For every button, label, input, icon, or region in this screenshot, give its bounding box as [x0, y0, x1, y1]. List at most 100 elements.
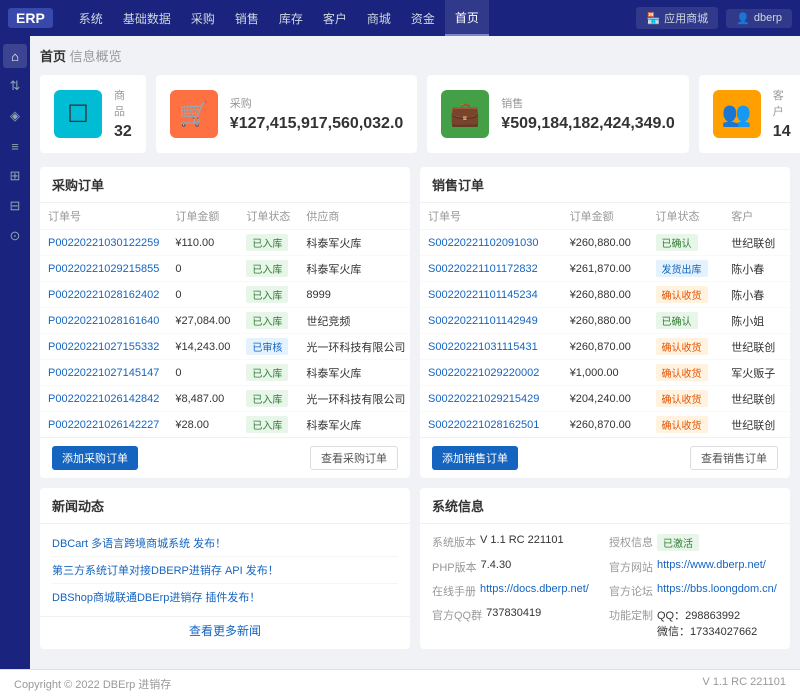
sales-order-link[interactable]: S00220221029215429 — [428, 393, 539, 405]
news-item-2: 第三方系统订单对接DBERP进销存 API 发布！ — [52, 557, 398, 584]
purchase-col-id: 订单号 — [40, 203, 167, 230]
sales-col-customer: 客户 — [723, 203, 790, 230]
sales-orders-table: 订单号 订单金额 订单状态 客户 S00220221102091030 ¥260… — [420, 203, 790, 437]
purchase-orders-section: 采购订单 订单号 订单金额 订单状态 供应商 P0022 — [40, 167, 410, 478]
purchase-order-link[interactable]: P00220221026142842 — [48, 393, 159, 405]
sidebar-search-icon[interactable]: ◈ — [3, 104, 27, 128]
sysinfo-manual-label: 在线手册 — [432, 583, 476, 599]
news-item-1: DBCart 多语言跨境商城系统 发布！ — [52, 530, 398, 557]
sysinfo-official-link[interactable]: https://www.dberp.net/ — [657, 559, 766, 575]
custom-qq: QQ：298863992 — [657, 610, 740, 622]
sales-order-status: 确认收货 — [648, 386, 724, 412]
nav-base-data[interactable]: 基础数据 — [113, 0, 181, 36]
table-row: S00220221101172832 ¥261,870.00 发货出库 陈小春 — [420, 256, 790, 282]
top-navigation: ERP 系统 基础数据 采购 销售 库存 客户 商城 资金 首页 🏪 应用商城 … — [0, 0, 800, 36]
sales-order-link[interactable]: S00220221028162501 — [428, 419, 539, 431]
purchase-order-link[interactable]: P00220221028161640 — [48, 315, 159, 327]
purchase-order-amount: 0 — [167, 282, 238, 308]
nav-sales[interactable]: 销售 — [225, 0, 269, 36]
sysinfo-auth-label: 授权信息 — [609, 534, 653, 551]
main-content: 首页 信息概览 ☐ 商品 32 🛒 采购 ¥127,415,917,560,03… — [30, 36, 800, 669]
purchase-col-supplier: 供应商 — [298, 203, 410, 230]
nav-system[interactable]: 系统 — [69, 0, 113, 36]
sales-order-status: 确认收货 — [648, 334, 724, 360]
sales-order-customer: 军火贩子 — [723, 360, 790, 386]
purchase-order-id: P00220221030122259 — [40, 230, 167, 256]
sales-order-id: S00220221102091030 — [420, 230, 562, 256]
sysinfo-php-value: 7.4.30 — [481, 559, 512, 575]
purchase-order-supplier: 光一环科技有限公司 — [298, 386, 410, 412]
purchase-order-status: 已入库 — [238, 412, 298, 438]
sidebar-grid-icon[interactable]: ⊞ — [3, 164, 27, 188]
sales-order-amount: ¥1,000.00 — [562, 360, 648, 386]
nav-home[interactable]: 首页 — [445, 0, 489, 36]
purchase-orders-table: 订单号 订单金额 订单状态 供应商 P00220221030122259 ¥11… — [40, 203, 410, 437]
sales-order-link[interactable]: S00220221031115431 — [428, 341, 538, 353]
purchase-table-body: P00220221030122259 ¥110.00 已入库 科泰军火库 P00… — [40, 230, 410, 438]
sales-order-id: S00220221031115431 — [420, 334, 562, 360]
sales-order-link[interactable]: S00220221029220002 — [428, 367, 539, 379]
table-row: P00220221028162402 0 已入库 8999 — [40, 282, 410, 308]
sales-order-link[interactable]: S00220221101145234 — [428, 289, 538, 301]
sysinfo-forum-link[interactable]: https://bbs.loongdom.cn/ — [657, 583, 777, 599]
status-badge: 已确认 — [656, 234, 698, 251]
purchase-order-status: 已入库 — [238, 282, 298, 308]
purchase-order-link[interactable]: P00220221030122259 — [48, 237, 159, 249]
card-sales: 💼 销售 ¥509,184,182,424,349.0 — [427, 75, 689, 153]
sales-order-amount: ¥260,880.00 — [562, 308, 648, 334]
sales-order-status: 确认收货 — [648, 412, 724, 438]
sales-order-status: 确认收货 — [648, 282, 724, 308]
sales-order-status: 确认收货 — [648, 360, 724, 386]
sales-order-link[interactable]: S00220221101142949 — [428, 315, 538, 327]
purchase-col-status: 订单状态 — [238, 203, 298, 230]
sidebar-user-icon[interactable]: ⊙ — [3, 224, 27, 248]
news-link-3[interactable]: DBShop商城联通DBErp进销存 插件发布！ — [52, 592, 260, 604]
purchase-order-link[interactable]: P00220221029215855 — [48, 263, 159, 275]
purchase-order-status: 已入库 — [238, 360, 298, 386]
sysinfo-title: 系统信息 — [420, 488, 790, 524]
view-sales-btn[interactable]: 查看销售订单 — [690, 446, 778, 470]
sales-order-link[interactable]: S00220221102091030 — [428, 237, 539, 249]
news-link-2[interactable]: 第三方系统订单对接DBERP进销存 API 发布！ — [52, 565, 279, 577]
sidebar-cart-icon[interactable]: ⊟ — [3, 194, 27, 218]
sales-order-link[interactable]: S00220221101172832 — [428, 263, 538, 275]
page-title: 首页 — [40, 49, 66, 64]
purchase-order-link[interactable]: P00220221026142227 — [48, 419, 159, 431]
app-store-label: 应用商城 — [664, 10, 708, 26]
purchase-order-status: 已审核 — [238, 334, 298, 360]
add-purchase-btn[interactable]: 添加采购订单 — [52, 446, 138, 470]
add-sales-btn[interactable]: 添加销售订单 — [432, 446, 518, 470]
nav-purchase[interactable]: 采购 — [181, 0, 225, 36]
sidebar-home-icon[interactable]: ⌂ — [3, 44, 27, 68]
nav-inventory[interactable]: 库存 — [269, 0, 313, 36]
news-link-1[interactable]: DBCart 多语言跨境商城系统 发布！ — [52, 538, 226, 550]
purchase-order-link[interactable]: P00220221027145147 — [48, 367, 159, 379]
sidebar-list-icon[interactable]: ≡ — [3, 134, 27, 158]
purchase-order-status: 已入库 — [238, 256, 298, 282]
purchase-order-link[interactable]: P00220221027155332 — [48, 341, 159, 353]
app-store-btn[interactable]: 🏪 应用商城 — [636, 7, 718, 29]
nav-shop[interactable]: 商城 — [357, 0, 401, 36]
sysinfo-forum-row: 官方论坛 https://bbs.loongdom.cn/ — [609, 581, 778, 601]
more-news-btn[interactable]: 查看更多新闻 — [189, 624, 261, 638]
purchase-order-id: P00220221026142842 — [40, 386, 167, 412]
sidebar-share-icon[interactable]: ⇅ — [3, 74, 27, 98]
products-icon: ☐ — [54, 90, 102, 138]
sales-order-customer: 世纪联创 — [723, 386, 790, 412]
purchase-order-supplier: 科泰军火库 — [298, 360, 410, 386]
purchase-order-id: P00220221026142227 — [40, 412, 167, 438]
footer-version: V 1.1 RC 221101 — [702, 676, 786, 692]
sales-value: ¥509,184,182,424,349.0 — [501, 115, 675, 133]
sales-order-customer: 陈小春 — [723, 282, 790, 308]
user-menu-btn[interactable]: 👤 dberp — [726, 9, 792, 28]
purchase-order-amount: 0 — [167, 256, 238, 282]
nav-customer[interactable]: 客户 — [313, 0, 357, 36]
nav-finance[interactable]: 资金 — [401, 0, 445, 36]
sales-order-id: S00220221101145234 — [420, 282, 562, 308]
status-badge: 已入库 — [246, 312, 288, 329]
sysinfo-manual-link[interactable]: https://docs.dberp.net/ — [480, 583, 589, 599]
sales-order-id: S00220221029215429 — [420, 386, 562, 412]
sales-icon: 💼 — [441, 90, 489, 138]
purchase-order-link[interactable]: P00220221028162402 — [48, 289, 159, 301]
view-purchase-btn[interactable]: 查看采购订单 — [310, 446, 398, 470]
